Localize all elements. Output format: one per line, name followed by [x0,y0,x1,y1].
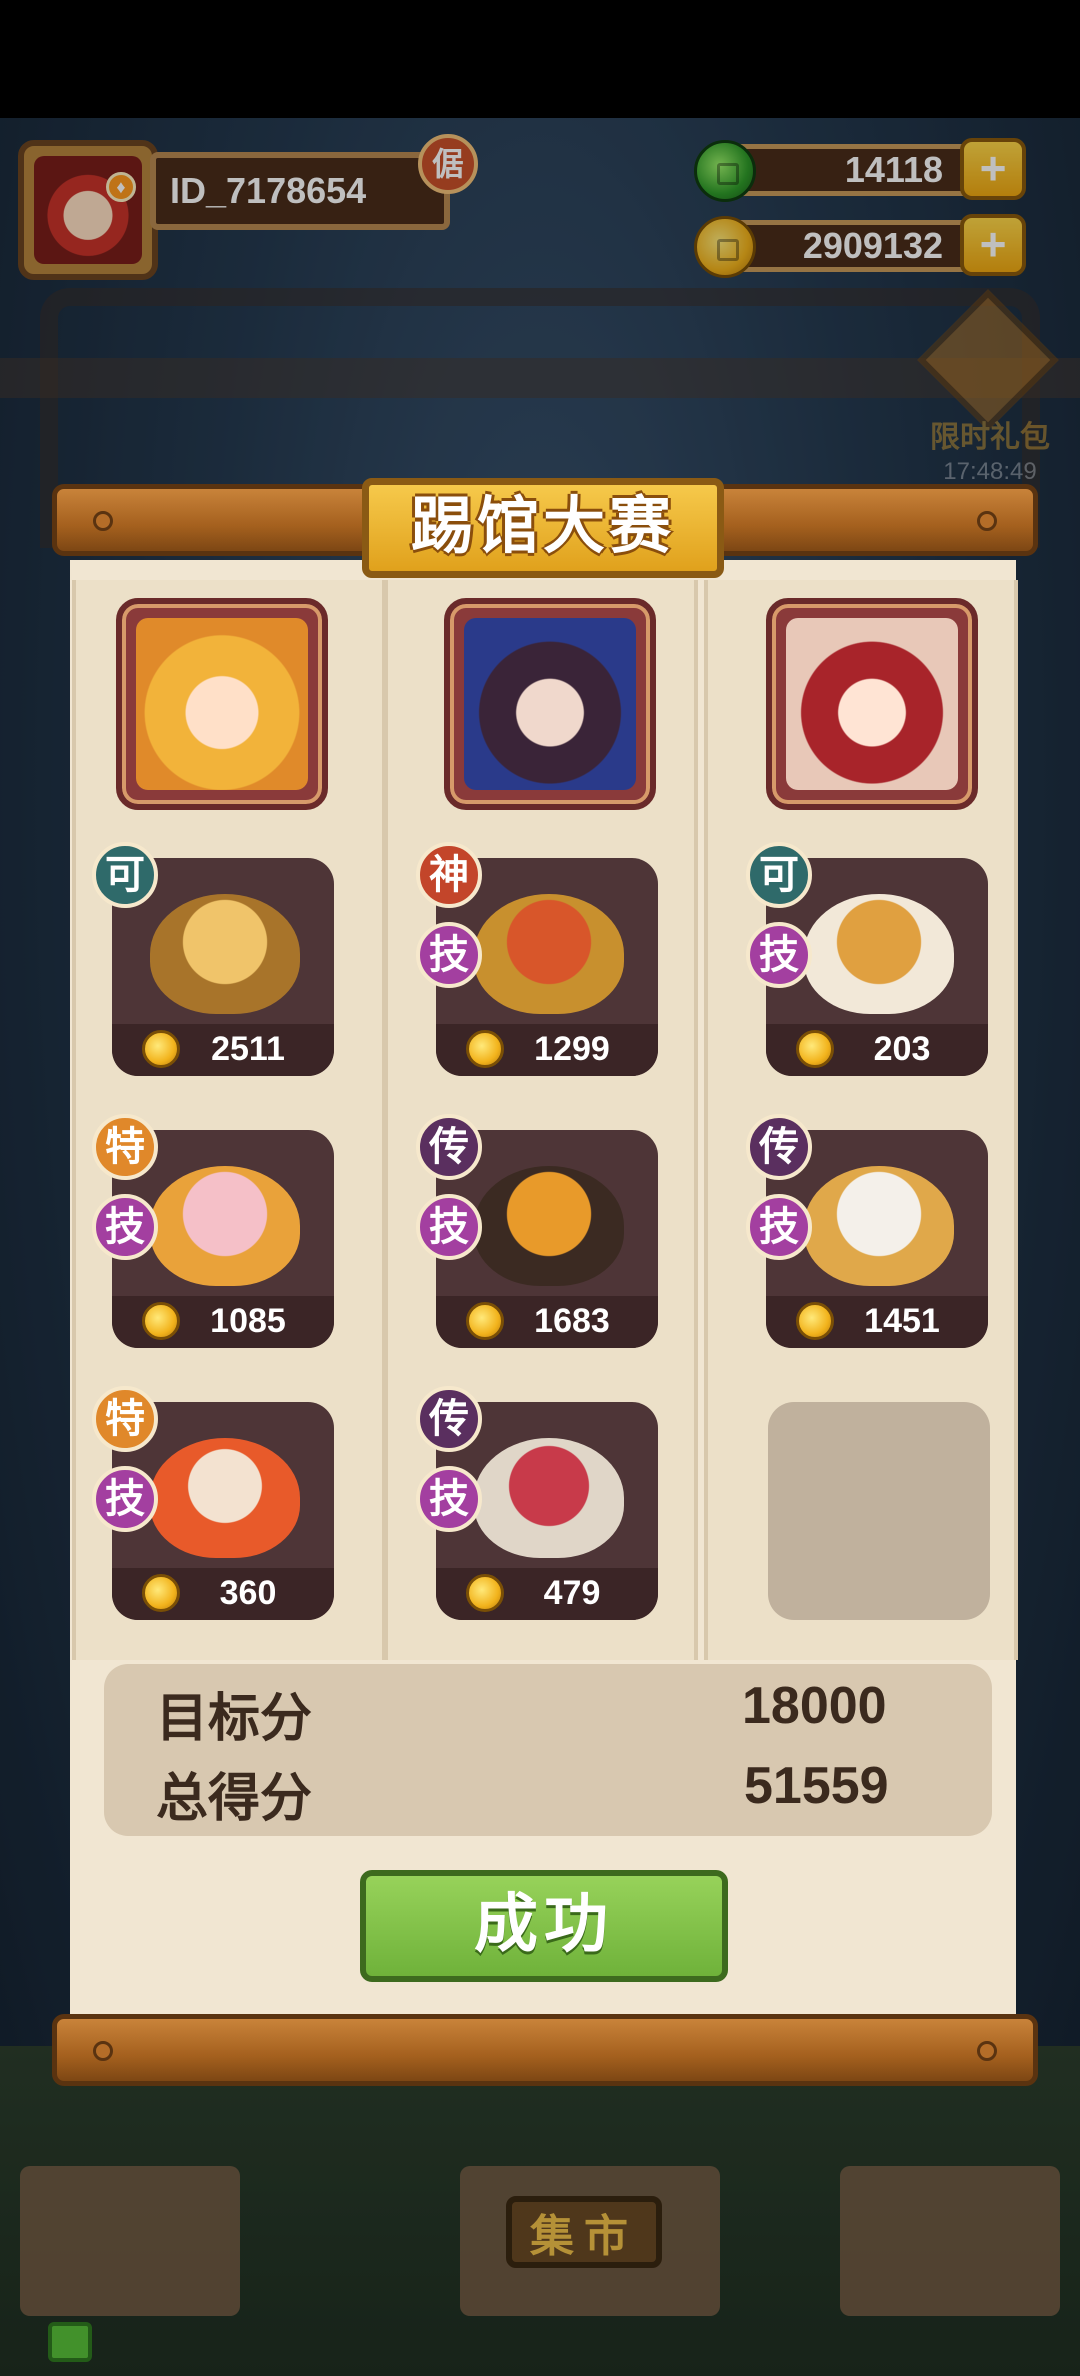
panel-bottom-rod [52,2014,1038,2086]
chef-art [136,618,308,790]
skill-badge: 技 [92,1466,158,1532]
rod-knob [93,2041,113,2061]
chef-portrait-2[interactable] [444,598,656,810]
dish-price: 203 [873,1030,931,1068]
dish-image [150,1166,300,1286]
coin-icon [796,1302,834,1340]
coin-icon [466,1302,504,1340]
target-score-label: 目标分 [156,1690,313,1748]
dish-price: 1085 [210,1302,286,1340]
coin-icon [466,1030,504,1068]
chef-art [786,618,958,790]
chef-art [464,618,636,790]
dish-price: 1299 [534,1030,610,1068]
score-box: 目标分 18000 总得分 51559 [104,1664,992,1836]
grade-badge: 可 [92,842,158,908]
dish-image [474,1438,624,1558]
dish-image [150,1438,300,1558]
dish-image [474,894,624,1014]
grade-badge: 特 [92,1386,158,1452]
skill-badge: 技 [746,922,812,988]
skill-badge: 技 [416,1466,482,1532]
rod-knob [977,511,997,531]
total-score-label: 总得分 [156,1770,313,1828]
coin-icon [796,1030,834,1068]
dish-price: 360 [219,1574,277,1612]
skill-badge: 技 [92,1194,158,1260]
coin-icon [466,1574,504,1612]
dish-price: 479 [543,1574,601,1612]
chef-portrait-3[interactable] [766,598,978,810]
grade-badge: 特 [92,1114,158,1180]
rod-knob [93,511,113,531]
grade-badge: 可 [746,842,812,908]
grade-badge: 神 [416,842,482,908]
grade-badge: 传 [416,1114,482,1180]
target-score-value: 18000 [742,1677,887,1735]
grade-badge: 传 [746,1114,812,1180]
dish-image [474,1166,624,1286]
dish-price: 1451 [864,1302,940,1340]
coin-icon [142,1574,180,1612]
dish-price: 1683 [534,1302,610,1340]
coin-icon [142,1302,180,1340]
skill-badge: 技 [416,922,482,988]
rod-knob [977,2041,997,2061]
dish-image [150,894,300,1014]
dish-image [804,894,954,1014]
grade-badge: 传 [416,1386,482,1452]
total-score-value: 51559 [744,1757,889,1815]
success-button[interactable]: 成功 [360,1870,728,1982]
skill-badge: 技 [416,1194,482,1260]
panel-title: 踢馆大赛 [362,478,724,578]
empty-dish-slot [768,1402,990,1620]
skill-badge: 技 [746,1194,812,1260]
dish-image [804,1166,954,1286]
chef-portrait-1[interactable] [116,598,328,810]
dish-price: 2511 [211,1030,285,1068]
coin-icon [142,1030,180,1068]
